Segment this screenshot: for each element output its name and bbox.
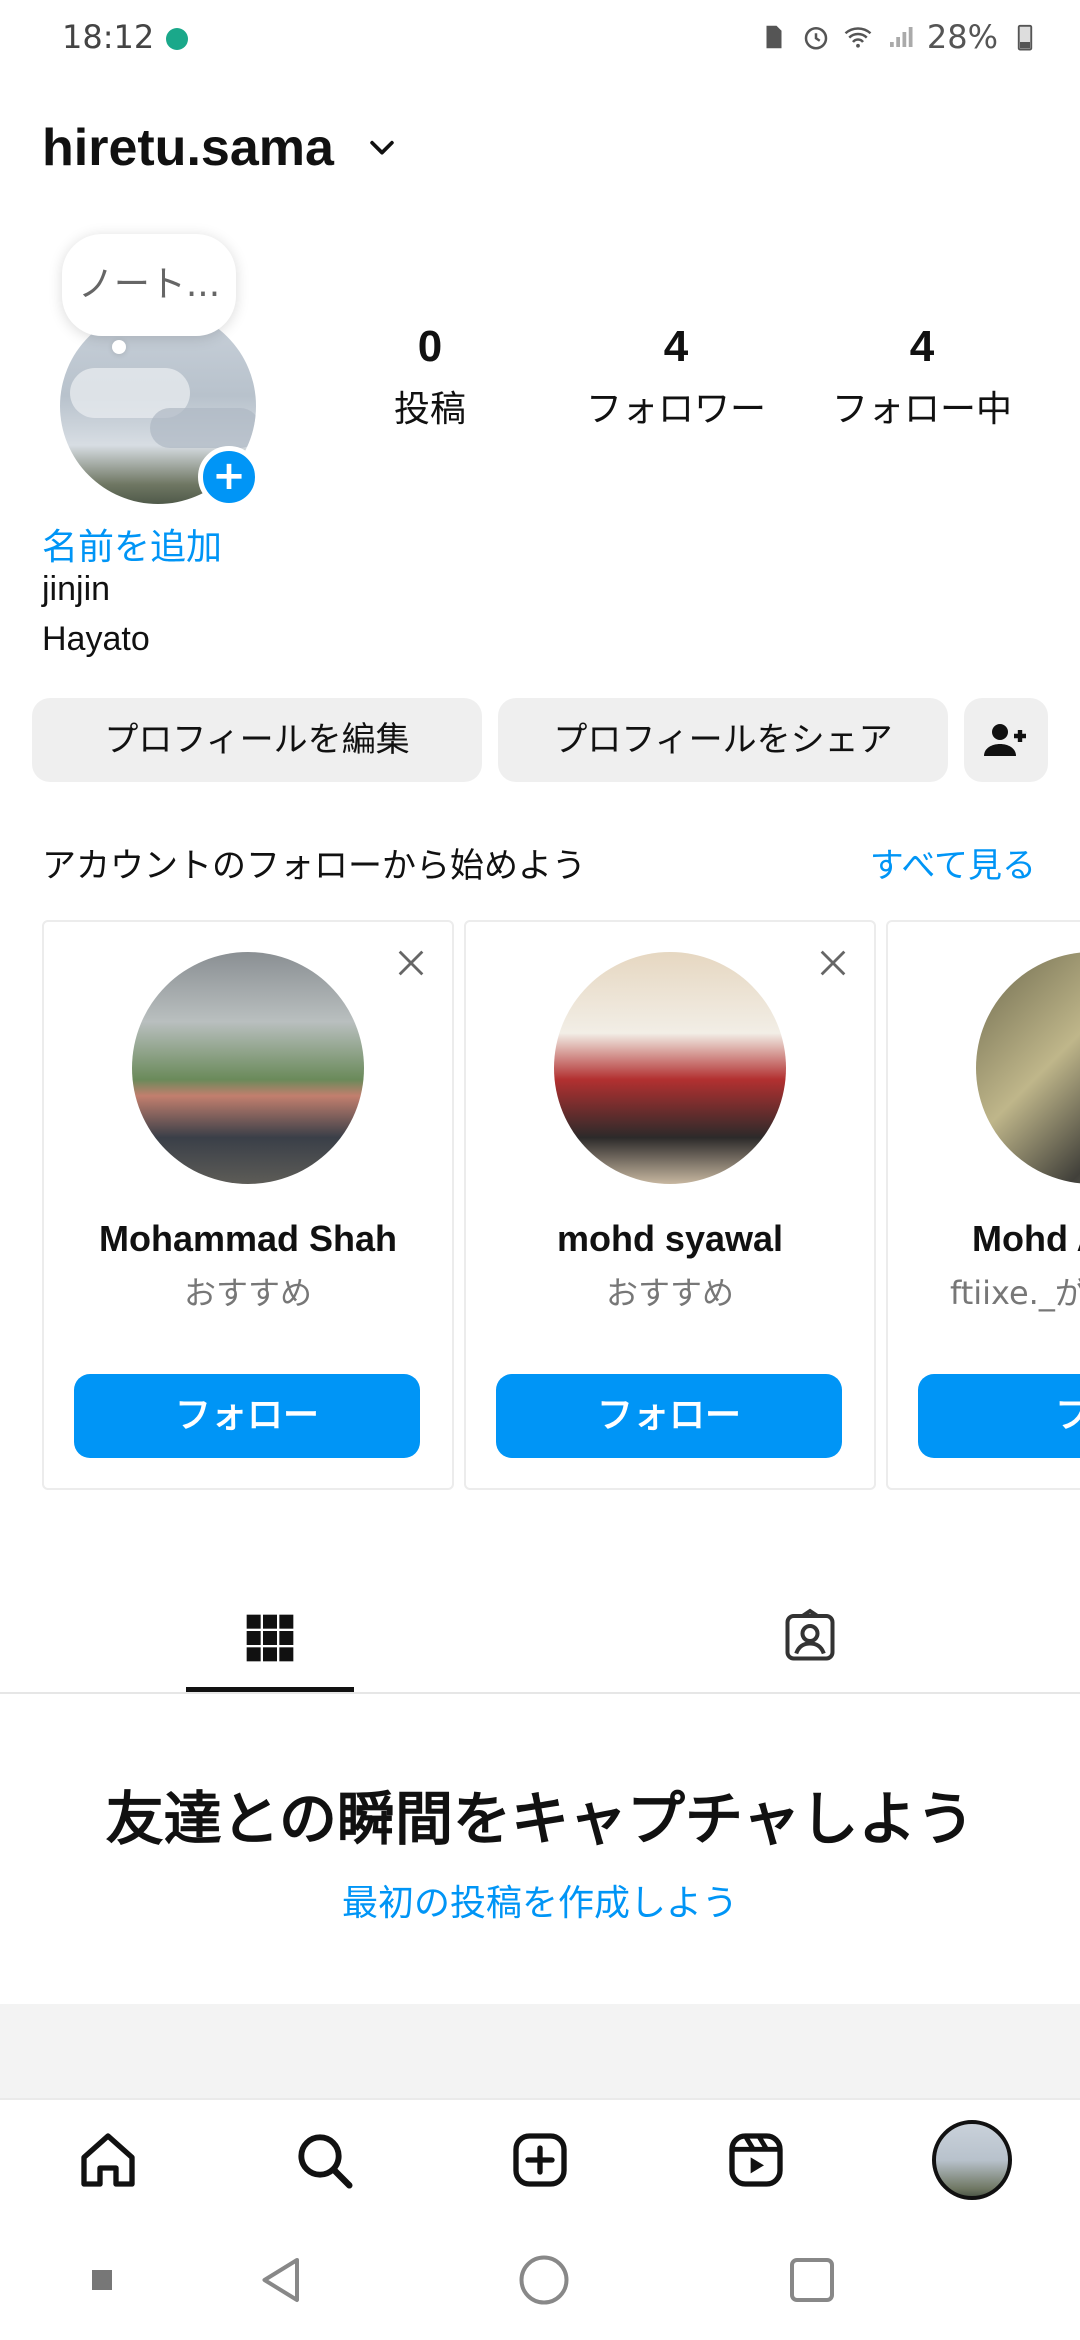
- create-first-post-link[interactable]: 最初の投稿を作成しよう: [0, 1874, 1080, 1926]
- suggested-reason: ftiixe._がフ: [950, 1274, 1080, 1312]
- bio-line: Hayato: [42, 620, 150, 658]
- profile-icon[interactable]: [932, 2120, 1012, 2200]
- suggested-avatar[interactable]: [132, 952, 364, 1184]
- status-icons: 28%: [759, 18, 1040, 56]
- stat-followers-value: 4: [663, 322, 689, 371]
- home-icon[interactable]: [76, 2128, 140, 2192]
- status-bar: 18:12 28%: [0, 0, 1080, 80]
- overview-icon[interactable]: [782, 2250, 842, 2310]
- search-icon[interactable]: [292, 2128, 356, 2192]
- suggested-card[interactable]: Mohd A ftiixe._がフ フォ: [886, 920, 1080, 1490]
- stat-posts-value: 0: [417, 322, 443, 371]
- sim-icon: [766, 25, 782, 49]
- follow-button[interactable]: フォ: [918, 1374, 1080, 1458]
- status-time: 18:12: [62, 18, 155, 56]
- message-icon: [166, 28, 188, 50]
- back-icon[interactable]: [252, 2250, 312, 2310]
- share-profile-button[interactable]: プロフィールをシェア: [498, 698, 948, 782]
- empty-state-title: 友達との瞬間をキャプチャしよう: [105, 1785, 975, 1853]
- follow-button[interactable]: フォロー: [496, 1374, 842, 1458]
- home-circle-icon[interactable]: [514, 2250, 574, 2310]
- content-divider: [0, 2004, 1080, 2098]
- recent-dot-icon[interactable]: [72, 2250, 132, 2310]
- tagged-icon: [785, 1608, 835, 1661]
- stat-posts[interactable]: 0 投稿: [320, 322, 540, 432]
- chevron-down-icon[interactable]: [365, 130, 399, 164]
- suggested-card[interactable]: mohd syawal おすすめ フォロー: [464, 920, 876, 1490]
- close-icon[interactable]: [816, 946, 850, 980]
- note-bubble[interactable]: ノート...: [62, 234, 236, 336]
- system-navigation: [0, 2220, 1080, 2340]
- wifi-icon: [844, 27, 872, 48]
- suggested-reason: おすすめ: [183, 1274, 312, 1312]
- stat-posts-label: 投稿: [393, 389, 466, 430]
- bio-line: jinjin: [42, 570, 111, 608]
- add-story-plus-icon[interactable]: +: [198, 446, 260, 508]
- suggested-title: アカウントのフォローから始めよう: [42, 846, 586, 886]
- suggested-name[interactable]: Mohd A: [972, 1218, 1080, 1260]
- account-username[interactable]: hiretu.sama: [42, 118, 334, 178]
- grid-icon: [246, 1614, 294, 1662]
- suggested-avatar[interactable]: [554, 952, 786, 1184]
- battery-percent: 28%: [926, 18, 998, 56]
- suggested-avatar[interactable]: [976, 952, 1080, 1184]
- see-all-link[interactable]: すべて見る: [870, 838, 1036, 887]
- add-name-link[interactable]: 名前を追加: [42, 518, 222, 570]
- create-icon[interactable]: [508, 2128, 572, 2192]
- suggested-reason: おすすめ: [605, 1274, 734, 1312]
- stat-followers-label: フォロワー: [585, 389, 766, 430]
- tab-posts-grid[interactable]: [186, 1600, 354, 1692]
- alarm-icon: [804, 27, 828, 50]
- edit-profile-button[interactable]: プロフィールを編集: [32, 698, 482, 782]
- stat-following-label: フォロー中: [831, 389, 1012, 430]
- add-user-icon: [984, 724, 1026, 756]
- stat-following[interactable]: 4 フォロー中: [812, 322, 1032, 432]
- suggested-name[interactable]: mohd syawal: [466, 1218, 874, 1260]
- reels-icon[interactable]: [724, 2128, 788, 2192]
- battery-icon: [1017, 24, 1033, 51]
- stat-followers[interactable]: 4 フォロワー: [566, 322, 786, 432]
- note-tail: [112, 340, 126, 354]
- stat-following-value: 4: [909, 322, 935, 371]
- tab-tagged[interactable]: [720, 1600, 900, 1692]
- discover-people-button[interactable]: [964, 698, 1048, 782]
- signal-icon: [889, 27, 913, 47]
- follow-button[interactable]: フォロー: [74, 1374, 420, 1458]
- suggested-card[interactable]: Mohammad Shah おすすめ フォロー: [42, 920, 454, 1490]
- tab-divider: [0, 1692, 1080, 1694]
- bottom-navigation: [0, 2098, 1080, 2220]
- suggested-name[interactable]: Mohammad Shah: [44, 1218, 452, 1260]
- close-icon[interactable]: [394, 946, 428, 980]
